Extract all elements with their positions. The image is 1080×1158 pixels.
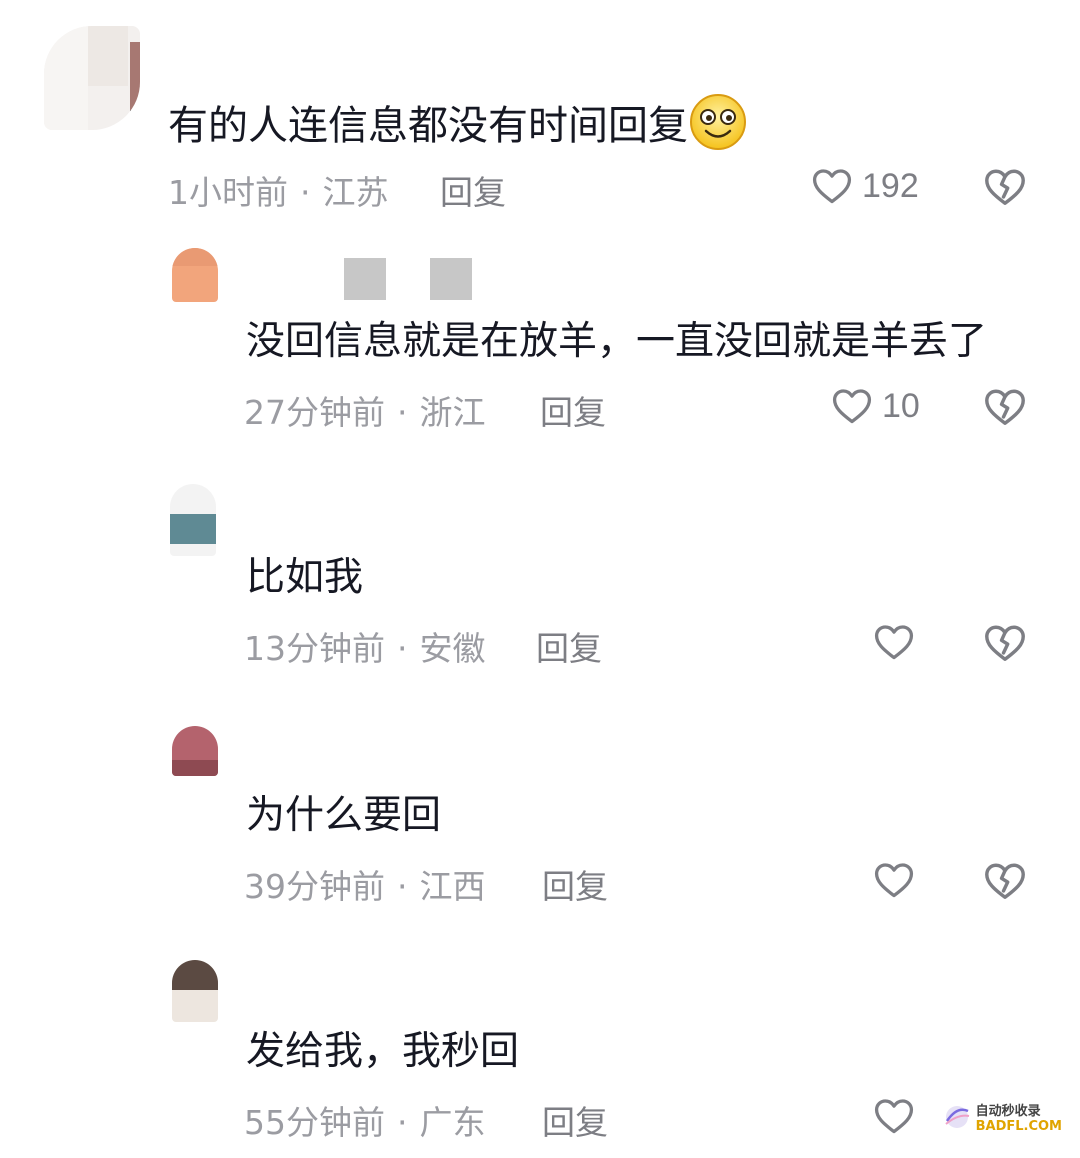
broken-heart-icon <box>982 625 1028 670</box>
separator: · <box>397 867 408 906</box>
username-blur <box>344 258 386 300</box>
comment-location: 江苏 <box>322 173 389 212</box>
watermark-logo-icon <box>942 1102 972 1136</box>
separator: · <box>300 173 311 212</box>
separator: · <box>397 393 408 432</box>
heart-outline-icon <box>810 164 854 208</box>
watermark: 自动秒收录 BADFL.COM <box>942 1102 1062 1136</box>
watermark-line2: BADFL.COM <box>975 1119 1062 1134</box>
comment-meta: 27分钟前 · 浙江 <box>244 386 486 434</box>
comment-text: 比如我 <box>246 555 364 600</box>
comment-meta: 13分钟前 · 安徽 <box>244 622 486 670</box>
comment-meta: 1小时前 · 江苏 <box>168 166 389 214</box>
dislike-button[interactable] <box>982 384 1028 434</box>
reply-button[interactable]: 回复 <box>542 860 608 908</box>
comment-location: 浙江 <box>419 393 486 432</box>
avatar[interactable] <box>44 26 140 130</box>
like-count: 10 <box>882 386 920 425</box>
comment-text: 有的人连信息都没有时间回复 <box>168 92 748 164</box>
username-blur <box>430 258 472 300</box>
smiling-face-emoji-icon <box>688 92 748 164</box>
watermark-line1: 自动秒收录 <box>975 1104 1041 1119</box>
separator: · <box>397 1103 408 1142</box>
like-button[interactable]: 192 <box>810 164 919 208</box>
comment-text-content: 有的人连信息都没有时间回复 <box>168 103 688 149</box>
heart-outline-icon <box>830 384 874 428</box>
avatar[interactable] <box>172 726 218 776</box>
like-button[interactable] <box>872 858 916 902</box>
comment-location: 广东 <box>419 1103 486 1142</box>
comment-time: 39分钟前 <box>244 867 385 906</box>
like-button[interactable]: 10 <box>830 384 920 428</box>
like-button[interactable] <box>872 1094 916 1138</box>
like-count: 192 <box>862 166 919 205</box>
comment-meta: 39分钟前 · 江西 <box>244 860 486 908</box>
comment-location: 江西 <box>419 867 486 906</box>
avatar[interactable] <box>172 248 218 302</box>
comment-location: 安徽 <box>419 629 486 668</box>
dislike-button[interactable] <box>982 164 1028 214</box>
broken-heart-icon <box>982 389 1028 434</box>
avatar[interactable] <box>172 960 218 1022</box>
comment-text: 没回信息就是在放羊，一直没回就是羊丢了 <box>246 319 988 364</box>
heart-outline-icon <box>872 620 916 664</box>
broken-heart-icon <box>982 169 1028 214</box>
like-button[interactable] <box>872 620 916 664</box>
comment-text: 为什么要回 <box>246 793 442 838</box>
reply-button[interactable]: 回复 <box>440 166 506 214</box>
comment-time: 27分钟前 <box>244 393 385 432</box>
reply-button[interactable]: 回复 <box>540 386 606 434</box>
avatar[interactable] <box>170 484 216 556</box>
heart-outline-icon <box>872 858 916 902</box>
comment-time: 55分钟前 <box>244 1103 385 1142</box>
dislike-button[interactable] <box>982 620 1028 670</box>
heart-outline-icon <box>872 1094 916 1138</box>
comment-time: 1小时前 <box>168 173 288 212</box>
broken-heart-icon <box>982 863 1028 908</box>
dislike-button[interactable] <box>982 858 1028 908</box>
reply-button[interactable]: 回复 <box>542 1096 608 1144</box>
comment-text: 发给我，我秒回 <box>246 1029 520 1074</box>
comment-time: 13分钟前 <box>244 629 385 668</box>
separator: · <box>397 629 408 668</box>
reply-button[interactable]: 回复 <box>536 622 602 670</box>
comment-meta: 55分钟前 · 广东 <box>244 1096 486 1144</box>
